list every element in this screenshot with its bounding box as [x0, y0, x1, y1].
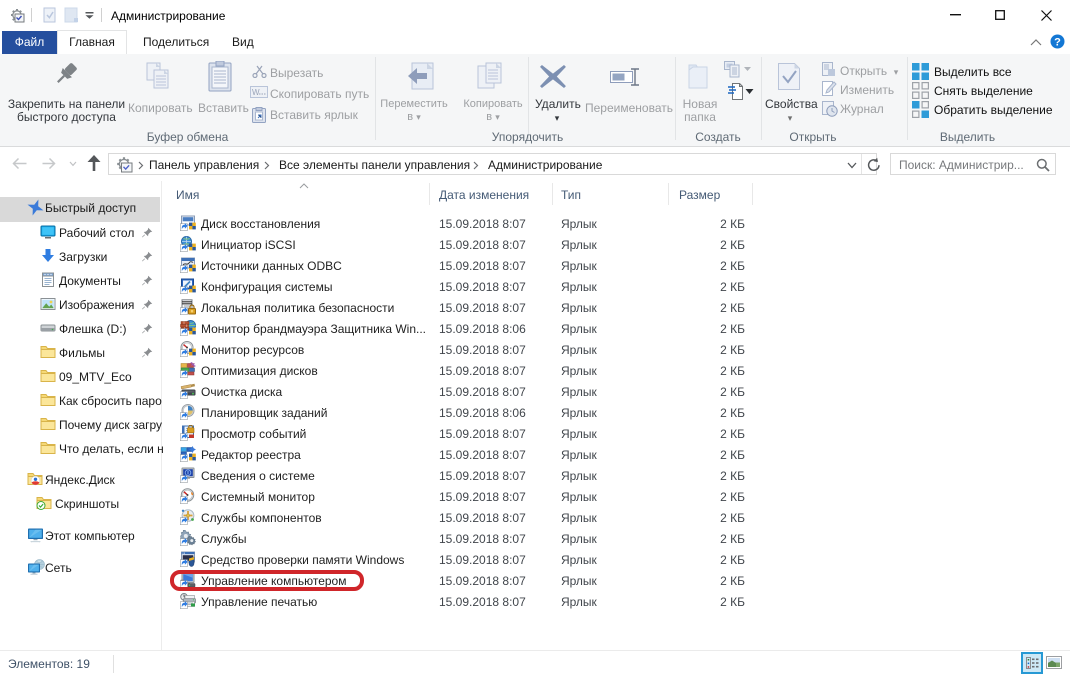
svg-text:?: ?: [1054, 36, 1061, 48]
svg-text:W: W: [252, 88, 260, 97]
